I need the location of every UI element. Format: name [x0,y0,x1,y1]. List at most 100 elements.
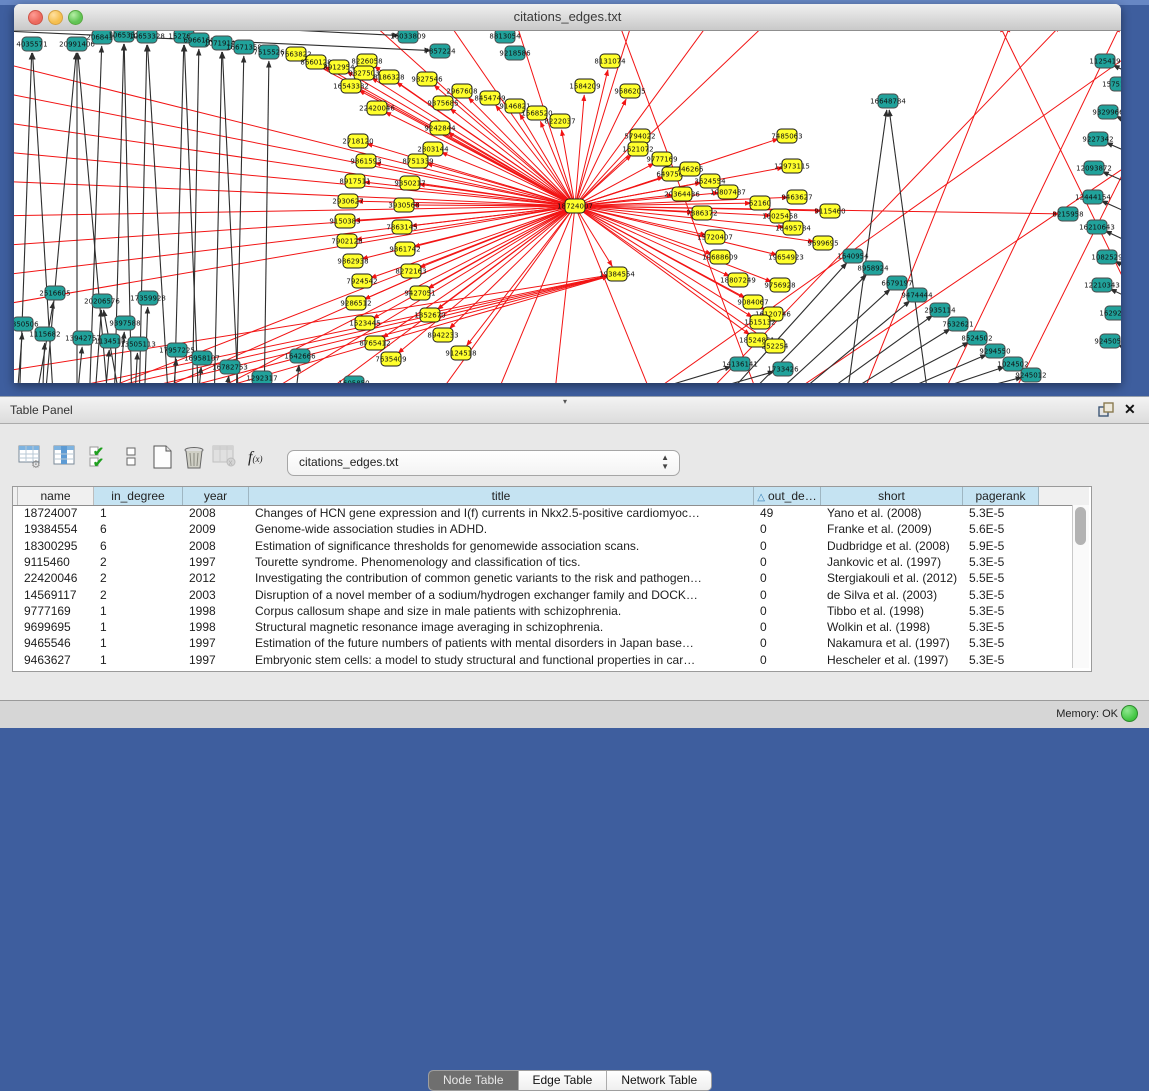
column-header-name[interactable]: name [18,487,94,505]
graph-node[interactable]: 9756928 [764,278,795,292]
graph-node[interactable]: 7635409 [375,352,406,366]
graph-node[interactable]: 20206576 [84,294,120,308]
graph-node[interactable]: 9586205 [614,84,645,98]
table-cell[interactable]: de Silva et al. (2003) [827,587,961,603]
table-cell[interactable]: Wolkin et al. (1998) [827,619,961,635]
table-cell[interactable]: 5.3E-5 [969,652,1037,668]
table-row[interactable]: 946362711997Embryonic stem cells: a mode… [13,652,1089,668]
network-canvas[interactable]: 1872400776638228660128891295482260589827… [14,31,1121,383]
graph-node[interactable]: 1584209 [569,79,600,93]
graph-node[interactable]: 7863145 [386,220,417,234]
table-cell[interactable]: 9777169 [24,603,92,619]
table-row[interactable]: 969969511998Structural magnetic resonanc… [13,619,1089,635]
table-cell[interactable]: Investigating the contribution of common… [255,570,752,586]
table-cell[interactable]: 0 [760,587,819,603]
table-cell[interactable]: 2009 [189,521,247,537]
table-cell[interactable]: 0 [760,538,819,554]
graph-node[interactable]: 9150383 [329,214,360,228]
table-row[interactable]: 977716911998Corpus callosum shape and si… [13,603,1089,619]
table-cell[interactable]: Franke et al. (2009) [827,521,961,537]
table-row[interactable]: 946554611997Estimation of the future num… [13,635,1089,651]
table-cell[interactable]: 2008 [189,538,247,554]
table-cell[interactable]: 6 [100,538,181,554]
table-cell[interactable]: Embryonic stem cells: a model to study s… [255,652,752,668]
table-cell[interactable]: 2 [100,570,181,586]
table-cell[interactable]: 5.3E-5 [969,603,1037,619]
column-header-pagerank[interactable]: pagerank [963,487,1039,505]
graph-node[interactable]: 12210343 [1084,278,1120,292]
graph-node[interactable]: 15751074 [1102,77,1121,91]
graph-node[interactable]: 2935114 [924,303,956,317]
graph-node[interactable]: 9350217 [394,176,425,190]
graph-node[interactable]: 9777169 [646,152,677,166]
tab-network-table[interactable]: Network Table [607,1071,711,1090]
table-row[interactable]: 1938455462009Genome-wide association stu… [13,521,1089,537]
table-cell[interactable]: Estimation of significance thresholds fo… [255,538,752,554]
graph-node[interactable]: 9827546 [411,72,443,86]
graph-node[interactable]: 1733426 [767,362,799,376]
table-cell[interactable]: 9115460 [24,554,92,570]
window-titlebar[interactable]: citations_edges.txt [14,4,1121,31]
graph-node[interactable]: 4035571 [16,37,47,51]
table-cell[interactable]: 5.5E-5 [969,570,1037,586]
graph-node[interactable]: 10653328 [129,31,165,43]
table-cell[interactable]: 1998 [189,603,247,619]
table-cell[interactable]: 0 [760,603,819,619]
graph-node[interactable]: 7485063 [771,129,802,143]
table-cell[interactable]: 2 [100,554,181,570]
tab-node-table[interactable]: Node Table [429,1071,519,1090]
vertical-scrollbar[interactable] [1072,505,1089,668]
table-cell[interactable]: 22420046 [24,570,92,586]
table-cell[interactable]: 0 [760,652,819,668]
table-cell[interactable]: Tibbo et al. (1998) [827,603,961,619]
table-cell[interactable]: Dudbridge et al. (2008) [827,538,961,554]
table-cell[interactable]: 2 [100,587,181,603]
graph-node[interactable]: 9218586 [499,46,531,60]
graph-node[interactable]: 1605850 [338,376,369,383]
table-cell[interactable]: Jankovic et al. (1997) [827,554,961,570]
table-cell[interactable]: 9465546 [24,635,92,651]
graph-node[interactable]: 16210643 [1079,220,1115,234]
table-row[interactable]: 2242004622012Investigating the contribut… [13,570,1089,586]
graph-node[interactable]: 1621072 [622,142,653,156]
graph-node[interactable]: 9397588 [109,316,140,330]
graph-node[interactable]: 16648784 [870,94,906,108]
table-cell[interactable]: 5.3E-5 [969,619,1037,635]
graph-node[interactable]: 2516605 [39,286,70,300]
graph-node[interactable]: 7924542 [346,274,377,288]
table-cell[interactable]: 0 [760,521,819,537]
table-cell[interactable]: 1998 [189,619,247,635]
panel-collapse-handle-icon[interactable]: ▾ [563,397,567,406]
table-cell[interactable]: 18300295 [24,538,92,554]
table-cell[interactable]: 0 [760,619,819,635]
table-cell[interactable]: Yano et al. (2008) [827,505,961,521]
table-cell[interactable]: Stergiakouli et al. (2012) [827,570,961,586]
graph-node[interactable]: 9375685 [427,96,458,110]
graph-node[interactable]: 9329966 [1092,105,1121,119]
graph-node[interactable]: 746266 [677,162,704,176]
graph-node[interactable]: 5794022 [624,129,655,143]
graph-node[interactable]: 9862938 [337,254,368,268]
table-cell[interactable]: 5.3E-5 [969,505,1037,521]
table-row[interactable]: 1456911722003Disruption of a novel membe… [13,587,1089,603]
column-header-year[interactable]: year [183,487,249,505]
float-panel-icon[interactable] [1098,402,1115,418]
graph-node[interactable]: 17359928 [130,291,166,305]
table-cell[interactable]: 1997 [189,554,247,570]
graph-node[interactable]: 1642666 [284,349,316,363]
graph-node[interactable]: 9463627 [781,190,812,204]
table-row[interactable]: 1872400712008Changes of HCN gene express… [13,505,1089,521]
table-cell[interactable]: Changes of HCN gene expression and I(f) … [255,505,752,521]
graph-node[interactable]: 7632621 [942,317,973,331]
table-cell[interactable]: Corpus callosum shape and size in male p… [255,603,752,619]
graph-node[interactable]: 1115682 [29,327,60,341]
graph-node[interactable]: 9699695 [807,236,838,250]
graph-node[interactable]: 9115460 [814,204,845,218]
graph-node[interactable]: 2718120 [342,134,373,148]
tab-edge-table[interactable]: Edge Table [519,1071,608,1090]
table-row[interactable]: 18300295 6 2008 Estimation of significance … [13,538,1089,554]
graph-node[interactable]: 6679197 [881,276,912,290]
table-cell[interactable]: Disruption of a novel member of a sodium… [255,587,752,603]
graph-node[interactable]: 7902128 [331,234,362,248]
table-cell[interactable]: 6 [100,521,181,537]
